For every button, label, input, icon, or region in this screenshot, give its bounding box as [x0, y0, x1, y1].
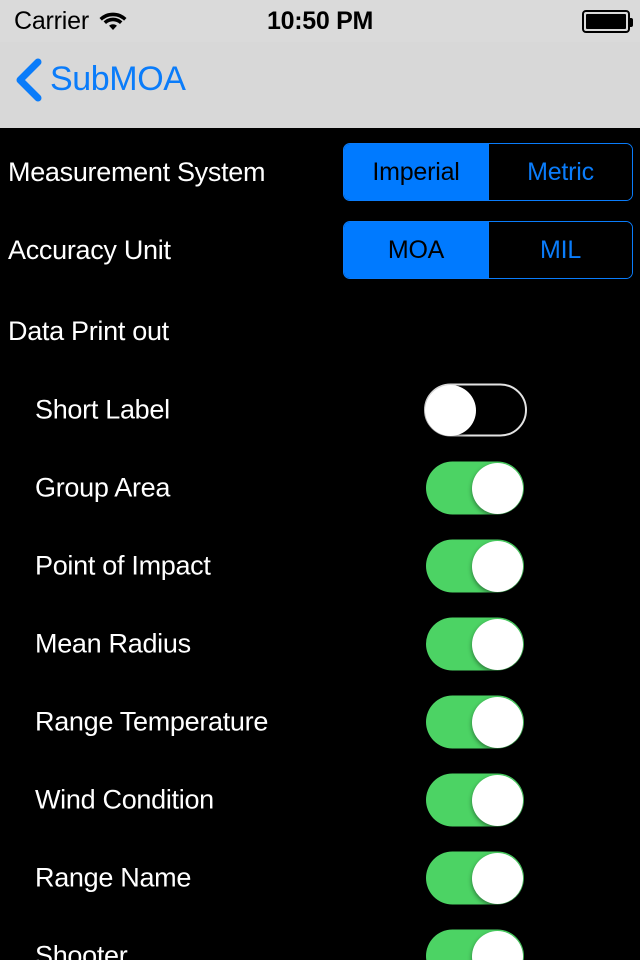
battery-icon: [582, 9, 633, 33]
status-bar-right: [582, 0, 633, 42]
toggle-knob: [472, 774, 523, 826]
list-item[interactable]: Shooter: [0, 917, 640, 960]
row-measurement-system: Measurement System Imperial Metric: [0, 136, 640, 208]
list-item[interactable]: Wind Condition: [0, 761, 640, 839]
toggle-label-wind-condition: Wind Condition: [35, 784, 214, 815]
row-accuracy-unit: Accuracy Unit MOA MIL: [0, 214, 640, 286]
accuracy-unit-label: Accuracy Unit: [8, 234, 171, 265]
segmented-control-accuracy-unit[interactable]: MOA MIL: [343, 221, 633, 279]
measurement-system-label: Measurement System: [8, 156, 266, 187]
status-bar: Carrier 10:50 PM: [0, 0, 640, 42]
toggle-wind-condition[interactable]: [426, 773, 524, 827]
toggle-group-area[interactable]: [426, 461, 524, 515]
toggle-label-point-of-impact: Point of Impact: [35, 550, 211, 581]
list-item[interactable]: Point of Impact: [0, 527, 640, 605]
list-item[interactable]: Range Name: [0, 839, 640, 917]
settings-content: Measurement System Imperial Metric Accur…: [0, 128, 640, 960]
toggle-label-short-label: Short Label: [35, 394, 170, 425]
status-bar-clock: 10:50 PM: [267, 6, 373, 35]
segmented-control-measurement-system[interactable]: Imperial Metric: [343, 143, 633, 201]
app-screen: Carrier 10:50 PM SubMOA Measurement Syst…: [0, 0, 640, 960]
battery-cap: [630, 17, 633, 27]
toggle-label-shooter: Shooter: [35, 940, 128, 960]
toggle-knob: [472, 696, 523, 748]
back-button-label[interactable]: SubMOA: [50, 62, 186, 99]
toggle-range-temperature[interactable]: [426, 695, 524, 749]
list-item[interactable]: Short Label: [0, 371, 640, 449]
toggle-knob: [472, 852, 523, 904]
toggle-label-range-name: Range Name: [35, 862, 192, 893]
list-item[interactable]: Mean Radius: [0, 605, 640, 683]
toggle-knob: [472, 540, 523, 592]
toggle-label-group-area: Group Area: [35, 472, 171, 503]
back-button[interactable]: SubMOA: [14, 58, 186, 102]
toggle-knob: [472, 462, 523, 514]
battery-level-fill: [586, 13, 626, 29]
segment-mil[interactable]: MIL: [488, 222, 632, 278]
segment-imperial[interactable]: Imperial: [344, 144, 488, 200]
toggle-short-label[interactable]: [424, 383, 527, 437]
toggle-knob: [425, 384, 476, 436]
segment-metric[interactable]: Metric: [488, 144, 632, 200]
navigation-bar: SubMOA: [0, 42, 640, 128]
list-item[interactable]: Range Temperature: [0, 683, 640, 761]
list-item[interactable]: Group Area: [0, 449, 640, 527]
toggle-label-mean-radius: Mean Radius: [35, 628, 191, 659]
toggle-range-name[interactable]: [426, 851, 524, 905]
toggle-label-range-temperature: Range Temperature: [35, 706, 269, 737]
toggle-list: Short Label Group Area Point of Impact M…: [0, 371, 640, 960]
toggle-knob: [472, 618, 523, 670]
toggle-point-of-impact[interactable]: [426, 539, 524, 593]
toggle-knob: [472, 930, 523, 960]
segment-moa[interactable]: MOA: [344, 222, 488, 278]
toggle-shooter[interactable]: [426, 929, 524, 960]
chevron-left-icon[interactable]: [14, 58, 44, 102]
section-header-data-print-out: Data Print out: [8, 316, 169, 346]
toggle-mean-radius[interactable]: [426, 617, 524, 671]
